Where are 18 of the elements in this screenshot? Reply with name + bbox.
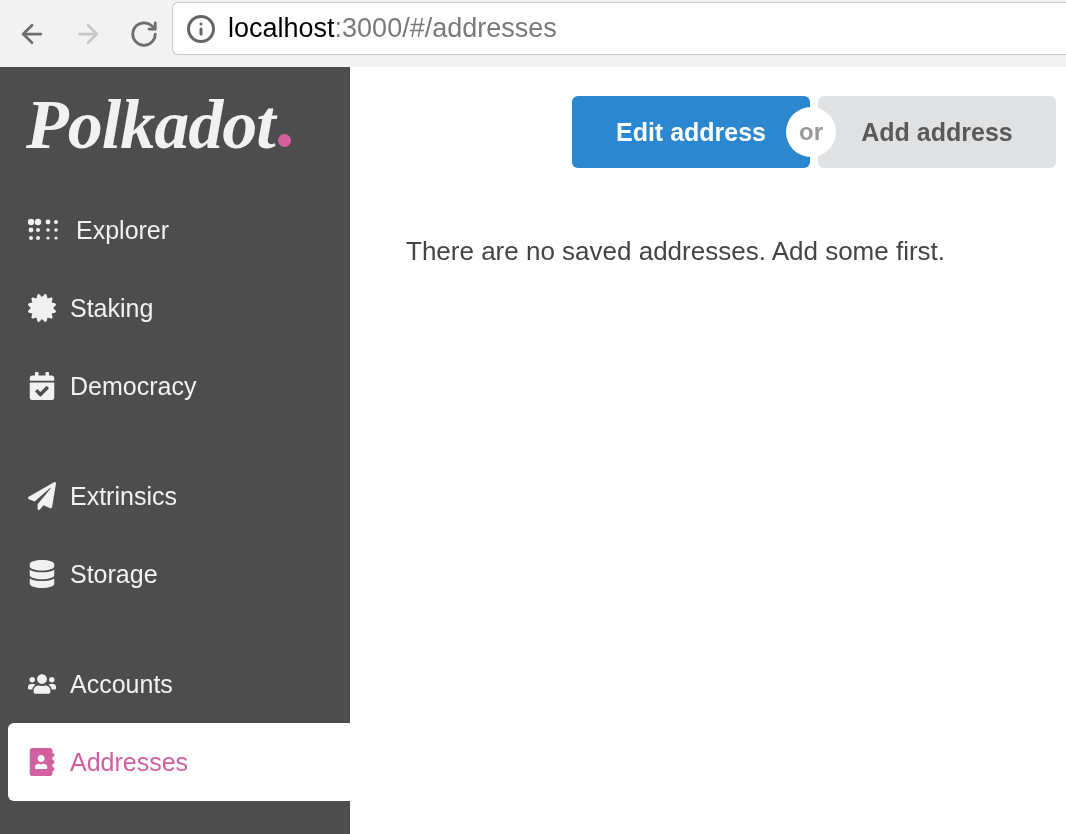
sidebar-item[interactable]: Explorer [8, 191, 350, 269]
address-field[interactable]: localhost:3000/#/addresses [172, 2, 1066, 55]
seal-icon [28, 294, 56, 322]
empty-message: There are no saved addresses. Add some first. [406, 236, 947, 268]
address-book-icon [28, 748, 56, 776]
calendar-check-icon [28, 372, 56, 400]
logo-dot-icon [277, 134, 291, 147]
sidebar-item[interactable]: Accounts [8, 645, 350, 723]
info-icon[interactable] [186, 13, 216, 44]
sidebar-item[interactable]: Extrinsics [8, 457, 350, 535]
sidebar-item[interactable]: Storage [8, 535, 350, 613]
paper-plane-icon [28, 482, 56, 510]
reload-icon [129, 18, 159, 49]
url-text: localhost:3000/#/addresses [228, 13, 557, 44]
sidebar-item[interactable]: Democracy [8, 347, 350, 425]
sidebar-item[interactable]: Addresses [8, 723, 350, 801]
database-icon [28, 560, 56, 588]
sidebar-item[interactable]: Staking [8, 269, 350, 347]
